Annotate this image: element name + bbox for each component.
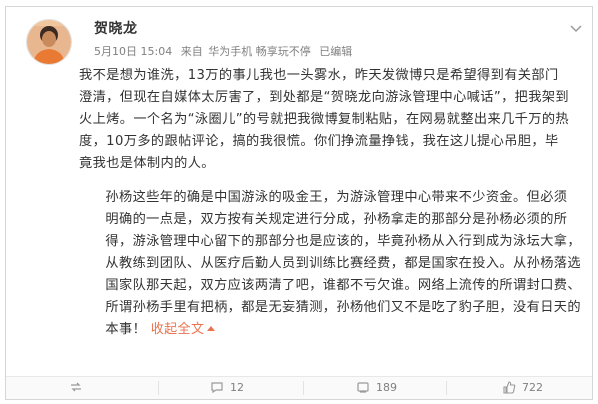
weibo-post-card: 贺晓龙 5月10日 15:04 来自 华为手机 畅享玩不停 已编辑 我不是想为谁… xyxy=(5,6,593,400)
text-line: 国家队那天起，双方应该两清了吧，谁都不亏欠谁。网络上流传的所谓封口费、 xyxy=(105,278,581,293)
comment-button[interactable]: 12 xyxy=(210,381,244,394)
post-time[interactable]: 5月10日 15:04 xyxy=(94,45,172,58)
text-line: 本事！ 收起全文 xyxy=(79,319,579,341)
comment-count: 12 xyxy=(230,381,244,394)
post-content: 我不是想为谁洗，13万的事儿我也一头雾水，昨天发微博只是希望得到有关部门 澄清，… xyxy=(79,65,581,341)
comment-icon xyxy=(211,382,223,394)
username[interactable]: 贺晓龙 xyxy=(94,18,138,38)
divider xyxy=(158,381,159,395)
text-line: 得，游泳管理中心留下的那部分也是应该的，毕竟孙杨从入行到成为泳坛大拿， xyxy=(105,234,581,249)
text-line: 竟我也是体制内的人。 xyxy=(79,156,215,171)
paragraph-1: 我不是想为谁洗，13万的事儿我也一头雾水，昨天发微博只是希望得到有关部门 澄清，… xyxy=(79,65,579,175)
text-line: 从教练到团队、从医疗后勤人员到训练比赛经费，都是国家在投入。从孙杨落选 xyxy=(105,256,581,271)
repost-count-button[interactable]: 189 xyxy=(356,381,397,394)
edited-label[interactable]: 已编辑 xyxy=(319,45,352,58)
text-line: 度，10万多的跟帖评论，搞的我很慌。你们挣流量挣钱，我在这儿提心吊胆，毕 xyxy=(79,134,559,149)
post-meta: 5月10日 15:04 来自 华为手机 畅享玩不停 已编辑 xyxy=(94,43,357,59)
repost-icon xyxy=(357,382,369,393)
collapse-arrow-icon xyxy=(207,326,216,331)
divider xyxy=(303,381,304,395)
like-count: 722 xyxy=(522,381,543,394)
user-avatar[interactable] xyxy=(26,19,72,65)
thumbs-up-icon xyxy=(503,381,516,394)
text-line: 澄清，但现在自媒体太厉害了，到处都是“贺晓龙向游泳管理中心喊话”，把我架到 xyxy=(79,90,570,105)
source-prefix: 来自 xyxy=(180,45,203,58)
repost-count: 189 xyxy=(376,381,397,394)
text-line: 我不是想为谁洗，13万的事儿我也一头雾水，昨天发微博只是希望得到有关部门 xyxy=(79,68,559,83)
divider xyxy=(446,381,447,395)
like-button[interactable]: 722 xyxy=(502,381,543,394)
last-line-text: 本事！ xyxy=(105,322,147,337)
repost-button[interactable] xyxy=(69,381,89,393)
text-line: 明确的一点是，双方按有关规定进行分成，孙杨拿走的那部分是孙杨必须的所 xyxy=(105,212,568,227)
post-source[interactable]: 华为手机 畅享玩不停 xyxy=(208,45,311,58)
collapse-label: 收起全文 xyxy=(150,322,205,337)
text-line: 所谓孙杨手里有把柄，都是无妄猜测，孙杨他们又不是吃了豹子胆，没有日天的 xyxy=(105,300,581,315)
paragraph-2: 孙杨这些年的确是中国游泳的吸金王，为游泳管理中心带来不少资金。但必须 明确的一点… xyxy=(79,187,581,341)
action-bar: 12 189 722 xyxy=(6,376,592,399)
text-line: 火上烤。一个名为“泳圈儿”的号就把我微博复制粘贴，在网易就整出来几千万的热 xyxy=(79,112,570,127)
text-line: 孙杨这些年的确是中国游泳的吸金王，为游泳管理中心带来不少资金。但必须 xyxy=(105,190,568,205)
repost-icon xyxy=(71,382,81,392)
collapse-full-text-link[interactable]: 收起全文 xyxy=(151,322,216,337)
post-menu-chevron-icon[interactable] xyxy=(570,19,582,33)
